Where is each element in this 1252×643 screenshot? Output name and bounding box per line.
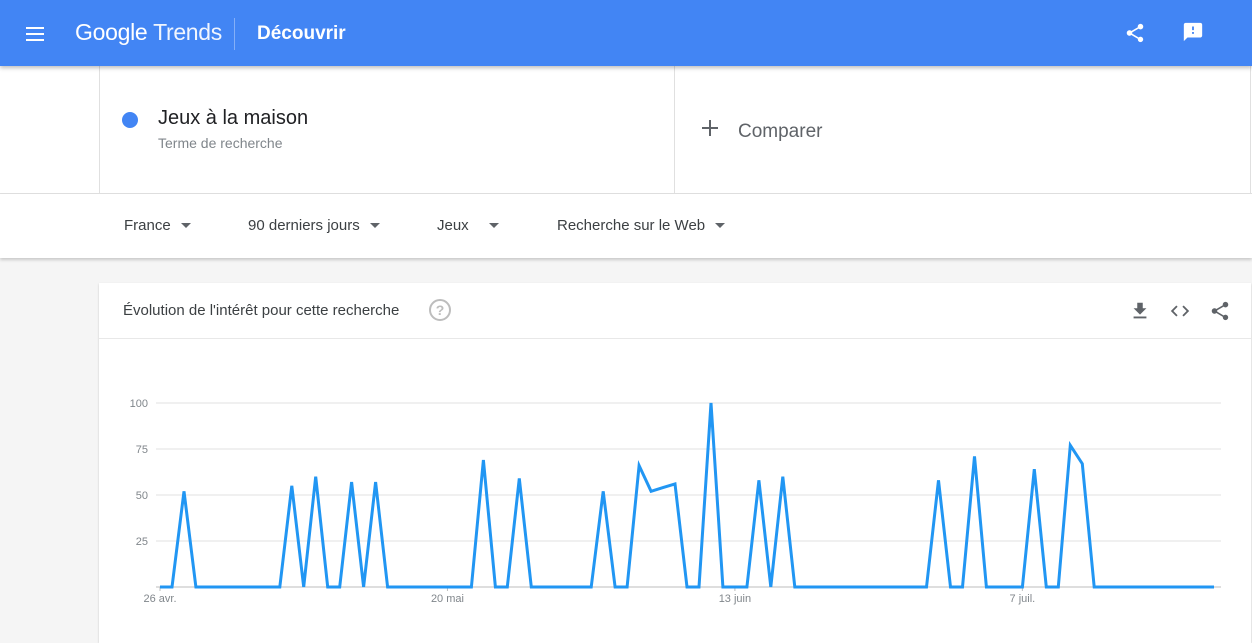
header-divider xyxy=(234,18,235,50)
page-title: Découvrir xyxy=(257,23,346,45)
period-filter-dropdown[interactable]: 90 derniers jours xyxy=(248,217,380,234)
search-type-filter-dropdown[interactable]: Recherche sur le Web xyxy=(557,217,725,234)
category-filter-dropdown[interactable]: Jeux xyxy=(437,217,499,234)
help-circle-icon[interactable]: ? xyxy=(429,299,451,321)
x-tick-label: 20 mai xyxy=(431,593,464,605)
dropdown-arrow-icon xyxy=(715,223,725,228)
y-tick-label: 50 xyxy=(136,490,148,502)
filter-bar: France 90 derniers jours Jeux Recherche … xyxy=(0,194,1252,258)
share-icon[interactable] xyxy=(1209,300,1231,322)
share-icon[interactable] xyxy=(1124,22,1146,44)
embed-code-icon[interactable] xyxy=(1169,300,1191,322)
google-trends-logo[interactable]: Google Trends xyxy=(75,19,222,46)
x-tick-label: 13 juin xyxy=(719,593,751,605)
card-title: Évolution de l'intérêt pour cette recher… xyxy=(123,302,399,319)
chart-svg: 25 50 75 100 26 avr. 20 mai 13 juin 7 juil. xyxy=(99,339,1251,643)
dropdown-arrow-icon xyxy=(489,223,499,228)
logo-google-text: Google xyxy=(75,19,147,45)
region-filter-label: France xyxy=(124,217,171,234)
dropdown-arrow-icon xyxy=(370,223,380,228)
search-terms-panel: Jeux à la maison Terme de recherche Comp… xyxy=(0,66,1252,194)
period-filter-label: 90 derniers jours xyxy=(248,217,360,234)
feedback-icon[interactable] xyxy=(1182,21,1204,43)
y-tick-label: 75 xyxy=(136,444,148,456)
category-filter-label: Jeux xyxy=(437,217,469,234)
plus-icon xyxy=(701,118,721,138)
search-term-card[interactable]: Jeux à la maison Terme de recherche xyxy=(99,66,675,194)
compare-button[interactable]: Comparer xyxy=(675,66,1251,194)
y-tick-label: 100 xyxy=(130,398,148,410)
term-color-dot xyxy=(122,112,138,128)
app-header: Google Trends Découvrir xyxy=(0,0,1252,66)
x-tick-label: 26 avr. xyxy=(143,593,176,605)
region-filter-dropdown[interactable]: France xyxy=(124,217,191,234)
compare-label: Comparer xyxy=(738,121,822,143)
x-tick-label: 7 juil. xyxy=(1010,593,1036,605)
interest-over-time-card: Évolution de l'intérêt pour cette recher… xyxy=(99,283,1251,643)
interest-line-chart[interactable]: 25 50 75 100 26 avr. 20 mai 13 juin 7 juil. xyxy=(99,339,1251,643)
card-header: Évolution de l'intérêt pour cette recher… xyxy=(99,283,1251,339)
search-type-filter-label: Recherche sur le Web xyxy=(557,217,705,234)
dropdown-arrow-icon xyxy=(181,223,191,228)
logo-trends-text: Trends xyxy=(153,19,222,45)
search-term-name: Jeux à la maison xyxy=(158,107,308,130)
search-term-type: Terme de recherche xyxy=(158,135,283,151)
y-tick-label: 25 xyxy=(136,536,148,548)
download-icon[interactable] xyxy=(1129,300,1151,322)
hamburger-menu-icon[interactable] xyxy=(24,22,48,46)
